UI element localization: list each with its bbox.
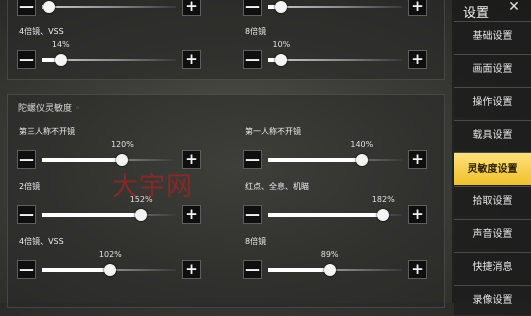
slider-label: 4倍镜、VSS <box>19 237 64 246</box>
menu-item-vehicle[interactable]: 载具设置 <box>454 120 531 150</box>
close-icon[interactable]: ✕ <box>504 0 524 17</box>
menu-item-basic[interactable]: 基础设置 <box>454 21 531 51</box>
slider-first-person: 第一人称不开镜 140% — + <box>243 126 428 172</box>
slider-thumb[interactable] <box>377 209 390 221</box>
decrease-button[interactable]: — <box>243 205 262 224</box>
slider-label: 第三人称不开镜 <box>19 127 75 136</box>
section-title: 陀螺仪灵敏度 ◦ <box>18 101 80 114</box>
increase-button[interactable]: + <box>408 150 427 169</box>
slider-top-left: — + <box>17 0 202 19</box>
slider-thumb[interactable] <box>275 1 288 13</box>
increase-button[interactable]: + <box>182 50 201 69</box>
slider-track[interactable] <box>268 154 402 166</box>
slider-percent: 102% <box>98 250 122 259</box>
slider-thumb[interactable] <box>275 54 288 66</box>
slider-track[interactable] <box>268 264 402 276</box>
gyro-sensitivity-panel: 陀螺仪灵敏度 ◦ 第三人称不开镜 120% — + 第一人称不开镜 140% — … <box>7 94 445 308</box>
slider-percent: 10% <box>272 40 291 49</box>
increase-button[interactable]: + <box>182 0 201 16</box>
slider-track[interactable] <box>42 264 176 276</box>
slider-track[interactable] <box>268 54 402 66</box>
increase-button[interactable]: + <box>408 260 427 279</box>
slider-track[interactable] <box>42 209 176 221</box>
slider-thumb[interactable] <box>135 209 148 221</box>
slider-percent: 120% <box>110 140 134 149</box>
slider-top-right: — + <box>243 0 428 19</box>
increase-button[interactable]: + <box>408 50 427 69</box>
gyro-title: 陀螺仪灵敏度 <box>18 104 73 114</box>
increase-button[interactable]: + <box>408 0 427 16</box>
title-ornament: ◦ <box>75 104 81 114</box>
slider-gyro-8x: 8倍镜 89% — + <box>243 236 428 282</box>
menu-item-controls[interactable]: 操作设置 <box>454 87 531 117</box>
slider-track[interactable] <box>42 54 176 66</box>
slider-label: 4倍镜、VSS <box>19 27 64 36</box>
slider-thumb[interactable] <box>116 154 129 166</box>
slider-thumb[interactable] <box>42 1 55 13</box>
slider-track[interactable] <box>42 154 176 166</box>
slider-8x: 8倍镜 10% — + <box>243 26 428 72</box>
slider-thumb[interactable] <box>323 264 336 276</box>
slider-label: 2倍镜 <box>19 182 41 191</box>
watermark-logo: 大宇网 <box>112 172 194 202</box>
menu-item-sensitivity[interactable]: 灵敏度设置 <box>454 152 531 185</box>
decrease-button[interactable]: — <box>17 0 36 16</box>
slider-4x-vss: 4倍镜、VSS 14% — + <box>17 26 202 72</box>
menu-item-pickup[interactable]: 拾取设置 <box>454 186 531 216</box>
slider-thumb[interactable] <box>54 54 67 66</box>
slider-label: 8倍镜 <box>245 27 267 36</box>
slider-percent: 140% <box>350 140 374 149</box>
decrease-button[interactable]: — <box>17 50 36 69</box>
decrease-button[interactable]: — <box>17 260 36 279</box>
menu-item-graphics[interactable]: 画面设置 <box>454 54 531 84</box>
settings-title: 设置 <box>463 6 490 21</box>
slider-label: 第一人称不开镜 <box>245 127 301 136</box>
slider-red-dot: 红点、全息、机瞄 182% — + <box>243 181 428 227</box>
slider-percent: 89% <box>320 250 339 259</box>
slider-track[interactable] <box>268 1 402 13</box>
slider-percent: 14% <box>51 40 70 49</box>
decrease-button[interactable]: — <box>243 0 262 16</box>
menu-item-audio[interactable]: 声音设置 <box>454 219 531 249</box>
slider-label: 红点、全息、机瞄 <box>245 182 309 191</box>
decrease-button[interactable]: — <box>243 50 262 69</box>
slider-track[interactable] <box>268 209 402 221</box>
slider-thumb[interactable] <box>104 264 117 276</box>
increase-button[interactable]: + <box>408 205 427 224</box>
menu-item-quick-messages[interactable]: 快捷消息 <box>454 252 531 282</box>
slider-label: 8倍镜 <box>245 237 267 246</box>
slider-track[interactable] <box>42 1 176 13</box>
slider-gyro-4x-vss: 4倍镜、VSS 102% — + <box>17 236 202 282</box>
decrease-button[interactable]: — <box>243 260 262 279</box>
slider-thumb[interactable] <box>355 154 368 166</box>
increase-button[interactable]: + <box>182 205 201 224</box>
increase-button[interactable]: + <box>182 260 201 279</box>
decrease-button[interactable]: — <box>17 205 36 224</box>
menu-item-recording[interactable]: 录像设置 <box>454 285 531 315</box>
aim-sensitivity-panel: — + — + 4倍镜、VSS 14% — + 8倍镜 10% — + <box>7 0 445 80</box>
decrease-button[interactable]: — <box>243 150 262 169</box>
decrease-button[interactable]: — <box>17 150 36 169</box>
slider-percent: 182% <box>371 195 395 204</box>
